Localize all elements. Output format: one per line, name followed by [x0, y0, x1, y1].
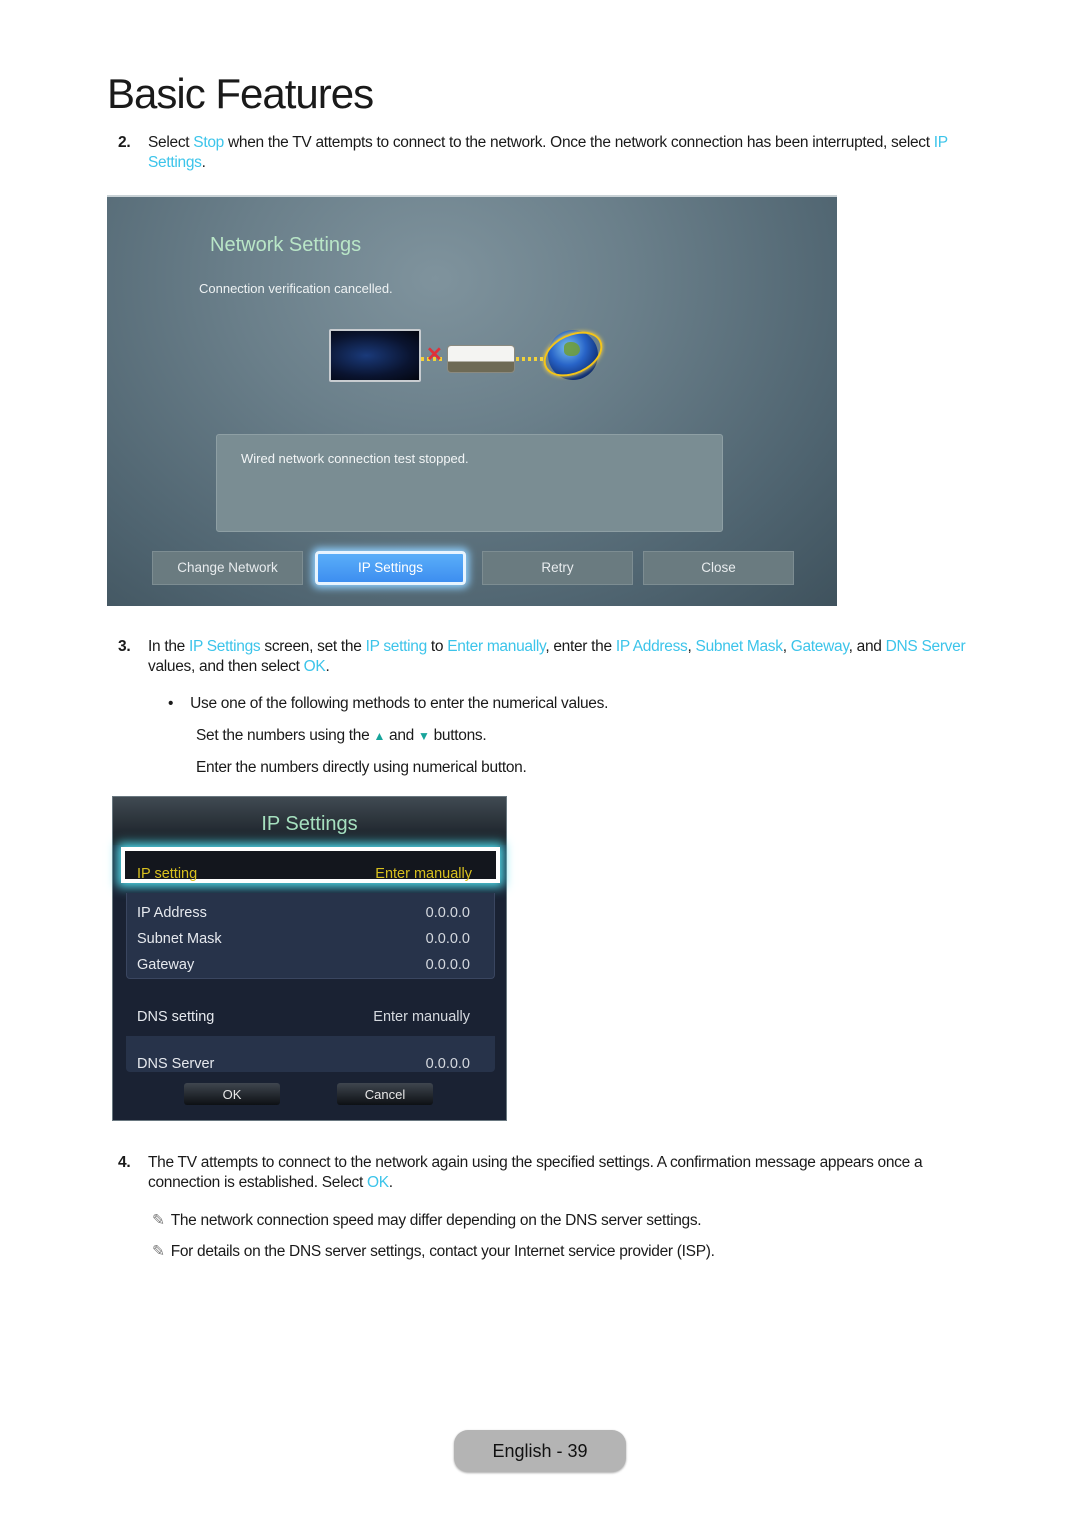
ip-setting-row[interactable]: IP setting Enter manually [121, 847, 500, 883]
close-button[interactable]: Close [643, 551, 794, 585]
network-settings-screen: Network Settings Connection verification… [107, 195, 837, 606]
link-line [516, 357, 544, 361]
highlight: IP setting [365, 638, 428, 655]
ip-settings-header: IP Settings [113, 797, 506, 845]
connection-diagram: ✕ [329, 322, 610, 387]
ip-settings-screen: IP Settings IP setting Enter manually IP… [112, 796, 507, 1121]
subnet-mask-value: 0.0.0.0 [425, 931, 470, 947]
bullet-item: • Use one of the following methods to ent… [168, 695, 608, 713]
subnet-mask-label: Subnet Mask [137, 931, 222, 947]
text: The TV attempts to connect to the networ… [148, 1154, 923, 1191]
note-item: ✎ The network connection speed may differ… [152, 1211, 702, 1230]
text: , [782, 638, 791, 655]
step-3: 3. In the IP Settings screen, set the IP… [118, 637, 978, 677]
text: , enter the [545, 638, 616, 655]
text: and [385, 727, 419, 744]
ip-settings-button[interactable]: IP Settings [315, 551, 466, 585]
ip-setting-label: IP setting [137, 866, 198, 882]
tv-icon [329, 329, 421, 382]
gateway-row[interactable]: Gateway 0.0.0.0 [137, 957, 470, 973]
text: Select [148, 134, 194, 151]
ip-address-row[interactable]: IP Address 0.0.0.0 [137, 905, 470, 921]
network-settings-title: Network Settings [210, 234, 362, 256]
text: Set the numbers using the [196, 727, 374, 744]
note-item: ✎ For details on the DNS server settings,… [152, 1242, 715, 1261]
pencil-note-icon: ✎ [152, 1243, 165, 1260]
down-arrow-icon: ▼ [418, 729, 430, 743]
globe-icon [536, 322, 610, 386]
method-numeric: Enter the numbers directly using numeric… [196, 759, 527, 776]
text: screen, set the [260, 638, 366, 655]
text: buttons. [429, 727, 487, 744]
step-number: 2. [118, 134, 131, 151]
step-text: The TV attempts to connect to the networ… [148, 1153, 978, 1193]
pencil-note-icon: ✎ [152, 1212, 165, 1229]
ip-address-label: IP Address [137, 905, 207, 921]
highlight-ok: OK [367, 1174, 389, 1191]
subnet-mask-row[interactable]: Subnet Mask 0.0.0.0 [137, 931, 470, 947]
note-text: The network connection speed may differ … [170, 1212, 702, 1229]
highlight: Gateway [790, 638, 849, 655]
ip-setting-value: Enter manually [375, 866, 472, 882]
page-title: Basic Features [107, 70, 374, 117]
gateway-value: 0.0.0.0 [425, 957, 470, 973]
ip-address-value: 0.0.0.0 [425, 905, 470, 921]
change-network-button[interactable]: Change Network [152, 551, 303, 585]
step-2: 2. Select Stop when the TV attempts to c… [118, 133, 978, 173]
highlight: OK [303, 658, 326, 675]
dns-setting-value: Enter manually [373, 1009, 470, 1025]
highlight: Enter manually [447, 638, 546, 655]
bullet-dot: • [168, 695, 174, 712]
text: In the [148, 638, 189, 655]
highlight: IP Address [615, 638, 688, 655]
gateway-label: Gateway [137, 957, 195, 973]
note-text: For details on the DNS server settings, … [170, 1243, 715, 1260]
text: when the TV attempts to connect to the n… [223, 134, 934, 151]
highlight-stop: Stop [193, 134, 224, 151]
dns-setting-row[interactable]: DNS setting Enter manually [137, 1009, 470, 1025]
step-text: In the IP Settings screen, set the IP se… [148, 637, 978, 677]
ip-settings-title: IP Settings [261, 813, 358, 835]
text: . [201, 154, 206, 171]
highlight: DNS Server [885, 638, 966, 655]
dns-setting-label: DNS setting [137, 1009, 215, 1025]
text: to [426, 638, 448, 655]
message-text: Wired network connection test stopped. [241, 451, 469, 466]
step-text: Select Stop when the TV attempts to conn… [148, 133, 978, 173]
router-icon [447, 345, 515, 373]
page-number-badge: English - 39 [454, 1430, 626, 1472]
highlight: IP Settings [189, 638, 261, 655]
step-number: 3. [118, 638, 131, 655]
connection-status: Connection verification cancelled. [199, 281, 393, 296]
text: , [687, 638, 696, 655]
up-arrow-icon: ▲ [373, 729, 386, 743]
step-number: 4. [118, 1154, 131, 1171]
bullet-text: Use one of the following methods to ente… [190, 695, 609, 712]
dns-server-value: 0.0.0.0 [425, 1056, 470, 1072]
cancel-button[interactable]: Cancel [337, 1083, 433, 1105]
retry-button[interactable]: Retry [482, 551, 633, 585]
dns-server-label: DNS Server [137, 1056, 215, 1072]
highlight: Subnet Mask [695, 638, 783, 655]
text: values, and then select [148, 658, 304, 675]
ok-button[interactable]: OK [184, 1083, 280, 1105]
step-4: 4. The TV attempts to connect to the net… [118, 1153, 978, 1193]
message-box: Wired network connection test stopped. [216, 434, 723, 532]
text: , and [848, 638, 886, 655]
method-up-down: Set the numbers using the ▲ and ▼ button… [196, 727, 487, 745]
x-mark-icon: ✕ [426, 344, 443, 366]
dns-server-row[interactable]: DNS Server 0.0.0.0 [137, 1056, 470, 1072]
text: . [325, 658, 330, 675]
text: . [388, 1174, 393, 1191]
